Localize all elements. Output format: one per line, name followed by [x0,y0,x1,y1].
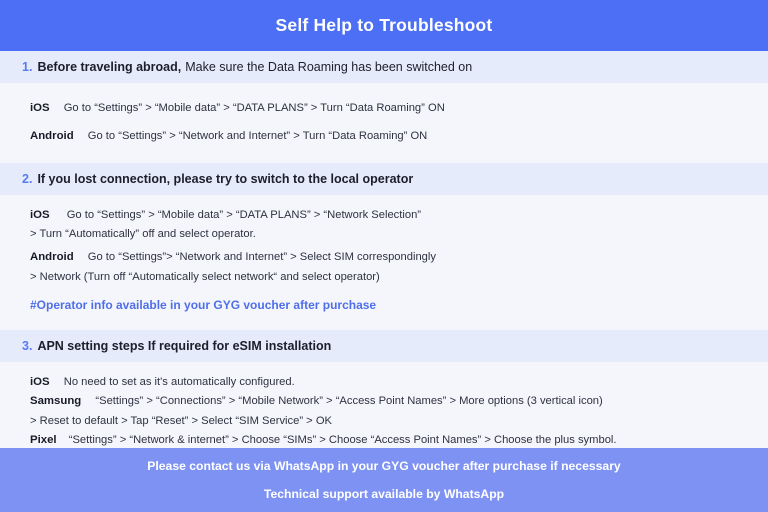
platform-steps: Go to “Settings” > “Network and Internet… [87,130,428,143]
platform-steps: “Settings” > “Connections” > “Mobile Net… [95,395,603,408]
section-header-3: 3. APN setting steps If required for eSI… [0,329,768,362]
instruction-row: iOS Go to “Settings” > “Mobile data” > “… [30,101,746,116]
page-header: Self Help to Troubleshoot [0,0,768,51]
page-title: Self Help to Troubleshoot [275,15,493,35]
section-rest-1: Make sure the Data Roaming has been swit… [185,59,473,74]
section-lead-3: APN setting steps If required for eSIM i… [37,338,332,353]
platform-steps: > Turn “Automatically” off and select op… [30,228,256,241]
platform-label: Android [30,251,74,264]
section-number-2: 2. [22,171,33,186]
section-lead-1: Before traveling abroad, [37,59,182,74]
platform-steps: Go to “Settings” > “Mobile data” > “DATA… [66,208,422,221]
instruction-row: Android Go to “Settings”> “Network and I… [30,250,746,265]
section-header-1: 1. Before traveling abroad, Make sure th… [0,51,768,83]
page-body: 1. Before traveling abroad, Make sure th… [0,51,768,448]
platform-label: iOS [30,375,50,388]
instruction-row-continuation: > Reset to default > Tap “Reset” > Selec… [30,414,746,429]
section-body-2: iOS Go to “Settings” > “Mobile data” > “… [0,195,768,330]
section-body-1: iOS Go to “Settings” > “Mobile data” > “… [0,83,768,163]
platform-label: Samsung [30,395,82,408]
platform-steps: Go to “Settings” > “Mobile data” > “DATA… [63,101,445,114]
platform-label: Pixel [30,433,57,446]
instruction-row: iOS No need to set as it's automatically… [30,375,746,390]
section-header-2: 2. If you lost connection, please try to… [0,162,768,195]
instruction-row: iOS Go to “Settings” > “Mobile data” > “… [30,208,746,223]
platform-steps: Go to “Settings”> “Network and Internet”… [87,251,436,264]
section-number-3: 3. [22,338,33,353]
platform-label: Android [30,130,74,143]
page-footer: Please contact us via WhatsApp in your G… [0,448,768,512]
platform-steps: No need to set as it's automatically con… [63,375,295,388]
instruction-row: Android Go to “Settings” > “Network and … [30,129,746,144]
platform-label: iOS [30,101,50,114]
troubleshoot-infographic: Self Help to Troubleshoot 1. Before trav… [0,0,768,512]
instruction-row-continuation: > Turn “Automatically” off and select op… [30,227,746,242]
section-body-3: iOS No need to set as it's automatically… [0,362,768,448]
platform-steps: > Reset to default > Tap “Reset” > Selec… [30,414,332,427]
instruction-row-continuation: > Network (Turn off “Automatically selec… [30,270,746,285]
platform-steps: > Network (Turn off “Automatically selec… [30,270,380,283]
footer-support-line: Technical support available by WhatsApp [263,486,505,501]
operator-info-note: #Operator info available in your GYG vou… [30,297,377,312]
platform-label: iOS [30,208,50,221]
platform-steps: “Settings” > “Network & internet” > Choo… [68,433,617,446]
section-lead-2: If you lost connection, please try to sw… [37,171,414,186]
footer-contact-line: Please contact us via WhatsApp in your G… [147,458,621,473]
section-number-1: 1. [22,59,33,74]
instruction-row: Pixel “Settings” > “Network & internet” … [30,433,746,448]
instruction-row: Samsung “Settings” > “Connections” > “Mo… [30,394,746,409]
